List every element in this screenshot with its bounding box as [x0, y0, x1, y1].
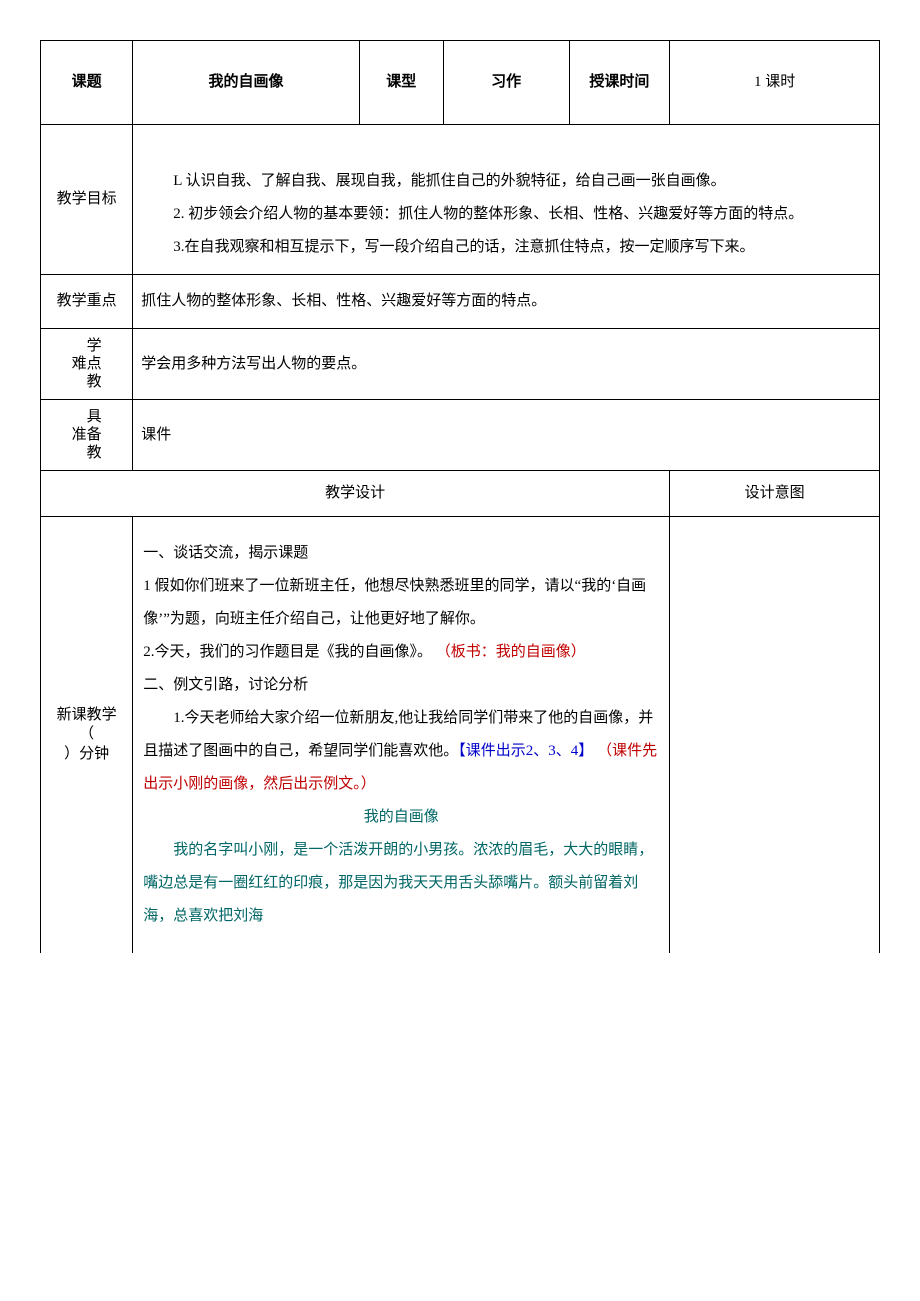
- time-label: 授课时间: [569, 41, 670, 125]
- focus-row: 教学重点 抓住人物的整体形象、长相、性格、兴趣爱好等方面的特点。: [41, 275, 880, 329]
- section-side-l2: （: [43, 725, 130, 745]
- content-p2-red: （板书：我的自画像）: [436, 644, 586, 660]
- content-p4: 我的名字叫小刚，是一个活泼开朗的小男孩。浓浓的眉毛，大大的眼睛，嘴边总是有一圈红…: [143, 834, 659, 933]
- focus-label-text: 教学重点: [57, 293, 117, 309]
- difficulty-label-c2a: 学: [87, 337, 102, 355]
- content-p2a: 2.今天，我们的习作题目是《我的自画像》。: [143, 644, 432, 660]
- design-intent-cell: [670, 517, 880, 954]
- focus-label: 教学重点: [41, 275, 133, 329]
- difficulty-label: 难 学 点 教: [41, 329, 133, 400]
- lesson-plan-table: 课题 我的自画像 课型 习作 授课时间 1 课时 教学目标 L 认识自我、了解自…: [40, 40, 880, 953]
- content-p3: 1.今天老师给大家介绍一位新朋友,他让我给同学们带来了他的自画像，并且描述了图画…: [143, 702, 659, 801]
- design-right-label: 设计意图: [670, 471, 880, 517]
- content-p3-blue: 【课件出示2、3、4】: [458, 743, 593, 759]
- content-h2: 二、例文引路，讨论分析: [143, 669, 659, 702]
- goal-label: 教学目标: [41, 125, 133, 275]
- prep-label-c2b: 备: [87, 426, 102, 444]
- difficulty-content: 学会用多种方法写出人物的要点。: [133, 329, 880, 400]
- topic-value: 我的自画像: [133, 41, 360, 125]
- topic-label: 课题: [41, 41, 133, 125]
- prep-row: 准 具 备 教 课件: [41, 400, 880, 471]
- goal-line2: 2. 初步领会介绍人物的基本要领：抓住人物的整体形象、长相、性格、兴趣爱好等方面…: [143, 198, 869, 231]
- design-header-row: 教学设计 设计意图: [41, 471, 880, 517]
- section-side-label: 新课教学 （ ）分钟: [41, 517, 133, 954]
- content-p1: 1 假如你们班来了一位新班主任，他想尽快熟悉班里的同学，请以“我的‘自画像’”为…: [143, 570, 659, 636]
- goal-label-text: 教学目标: [57, 191, 117, 207]
- difficulty-label-col1: 难: [72, 355, 87, 373]
- content-row: 新课教学 （ ）分钟 一、谈话交流，揭示课题 1 假如你们班来了一位新班主任，他…: [41, 517, 880, 954]
- content-h1: 一、谈话交流，揭示课题: [143, 537, 659, 570]
- goal-content: L 认识自我、了解自我、展现自我，能抓住自己的外貌特征，给自己画一张自画像。 2…: [133, 125, 880, 275]
- lesson-content: 一、谈话交流，揭示课题 1 假如你们班来了一位新班主任，他想尽快熟悉班里的同学，…: [133, 517, 670, 954]
- prep-label-col1: 准: [72, 426, 87, 444]
- prep-label-c2a: 具: [87, 408, 102, 426]
- prep-content: 课件: [133, 400, 880, 471]
- section-side-l1: 新课教学: [43, 706, 130, 726]
- prep-label: 准 具 备 教: [41, 400, 133, 471]
- goal-line3: 3.在自我观察和相互提示下，写一段介绍自己的话，注意抓住特点，按一定顺序写下来。: [143, 231, 869, 264]
- goal-line1: L 认识自我、了解自我、展现自我，能抓住自己的外貌特征，给自己画一张自画像。: [143, 165, 869, 198]
- difficulty-label-c2b: 点: [87, 355, 102, 373]
- type-value: 习作: [443, 41, 569, 125]
- time-value: 1 课时: [670, 41, 880, 125]
- focus-content: 抓住人物的整体形象、长相、性格、兴趣爱好等方面的特点。: [133, 275, 880, 329]
- prep-label-c2c: 教: [87, 444, 102, 462]
- design-left-label: 教学设计: [41, 471, 670, 517]
- content-p2: 2.今天，我们的习作题目是《我的自画像》。 （板书：我的自画像）: [143, 636, 659, 669]
- section-side-l3: ）分钟: [43, 745, 130, 765]
- goal-row: 教学目标 L 认识自我、了解自我、展现自我，能抓住自己的外貌特征，给自己画一张自…: [41, 125, 880, 275]
- content-example-title: 我的自画像: [143, 801, 659, 834]
- header-row: 课题 我的自画像 课型 习作 授课时间 1 课时: [41, 41, 880, 125]
- difficulty-row: 难 学 点 教 学会用多种方法写出人物的要点。: [41, 329, 880, 400]
- type-label: 课型: [359, 41, 443, 125]
- difficulty-label-c2c: 教: [87, 373, 102, 391]
